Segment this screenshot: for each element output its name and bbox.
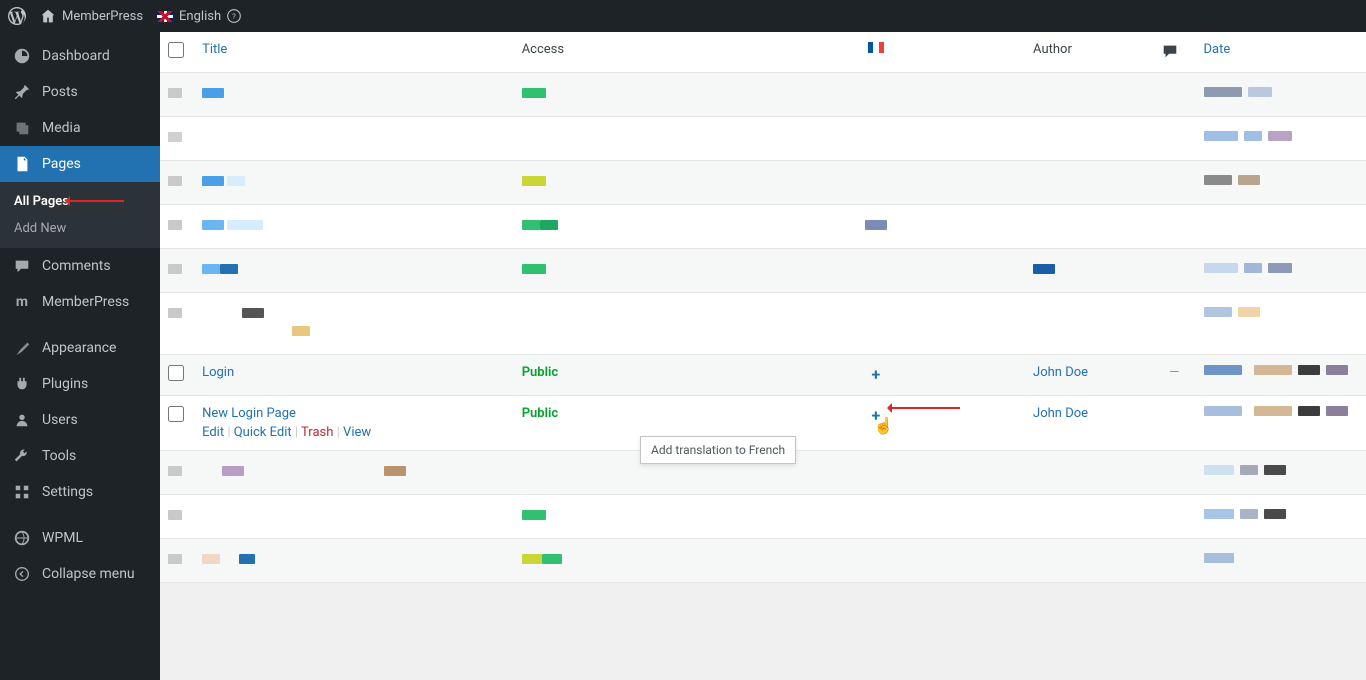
no-comments-dash: — (1169, 365, 1179, 380)
table-row (160, 161, 1366, 205)
access-label: Public (522, 406, 558, 421)
menu-media[interactable]: Media (0, 110, 160, 146)
row-checkbox[interactable] (168, 365, 184, 381)
page-title-link[interactable]: Login (202, 365, 234, 380)
select-all-checkbox[interactable] (168, 42, 184, 58)
wordpress-logo[interactable] (8, 7, 26, 25)
svg-text:?: ? (232, 12, 236, 21)
user-icon (12, 410, 32, 430)
menu-wpml[interactable]: WPML (0, 520, 160, 556)
action-view[interactable]: View (343, 425, 371, 440)
brush-icon (12, 338, 32, 358)
uk-flag-icon (157, 11, 173, 22)
menu-dashboard[interactable]: Dashboard (0, 38, 160, 74)
menu-plugins[interactable]: Plugins (0, 366, 160, 402)
th-author: Author (1025, 32, 1153, 73)
wpml-icon (12, 528, 32, 548)
row-actions: Edit | Quick Edit | Trash | View (202, 425, 506, 440)
main-content: Title Access Author Date (160, 32, 1366, 680)
table-row (160, 73, 1366, 117)
author-link[interactable]: John Doe (1033, 365, 1088, 380)
home-icon[interactable]: MemberPress (40, 8, 143, 24)
menu-posts[interactable]: Posts (0, 74, 160, 110)
menu-users[interactable]: Users (0, 402, 160, 438)
table-row (160, 249, 1366, 293)
th-comments[interactable] (1153, 32, 1196, 73)
pages-icon (12, 154, 32, 174)
settings-icon (12, 482, 32, 502)
author-link[interactable]: John Doe (1033, 406, 1088, 421)
add-translation-plus[interactable]: + (872, 365, 881, 384)
table-row (160, 539, 1366, 583)
collapse-icon (12, 564, 32, 584)
action-trash[interactable]: Trash (301, 425, 333, 440)
table-row (160, 205, 1366, 249)
help-icon: ? (227, 9, 241, 23)
action-edit[interactable]: Edit (202, 425, 224, 440)
menu-memberpress[interactable]: m MemberPress (0, 284, 160, 320)
france-flag-icon (868, 42, 884, 53)
access-label: Public (522, 365, 558, 380)
menu-collapse[interactable]: Collapse menu (0, 556, 160, 592)
admin-sidebar: Dashboard Posts Media Pages All Pages Ad… (0, 32, 160, 680)
table-row (160, 117, 1366, 161)
submenu-all-pages[interactable]: All Pages (0, 188, 160, 215)
menu-tools[interactable]: Tools (0, 438, 160, 474)
annotation-arrow (890, 407, 960, 409)
annotation-arrow (68, 200, 124, 202)
submenu-pages: All Pages Add New (0, 182, 160, 248)
th-access: Access (514, 32, 727, 73)
menu-comments[interactable]: Comments (0, 248, 160, 284)
site-name-label: MemberPress (62, 9, 143, 24)
th-flag (727, 32, 1025, 73)
pin-icon (12, 82, 32, 102)
menu-settings[interactable]: Settings (0, 474, 160, 510)
language-switcher[interactable]: English ? (157, 9, 241, 24)
table-row (160, 495, 1366, 539)
dashboard-icon (12, 46, 32, 66)
action-quick-edit[interactable]: Quick Edit (234, 425, 292, 440)
pages-table: Title Access Author Date (160, 32, 1366, 583)
language-label: English (179, 9, 221, 24)
table-row (160, 293, 1366, 355)
comments-icon (12, 256, 32, 276)
plug-icon (12, 374, 32, 394)
wrench-icon (12, 446, 32, 466)
media-icon (12, 118, 32, 138)
th-title[interactable]: Title (194, 32, 514, 73)
submenu-add-new[interactable]: Add New (0, 215, 160, 242)
row-checkbox[interactable] (168, 406, 184, 422)
menu-appearance[interactable]: Appearance (0, 330, 160, 366)
th-date[interactable]: Date (1196, 32, 1366, 73)
page-title-link[interactable]: New Login Page (202, 406, 296, 421)
comment-bubble-icon (1161, 42, 1179, 60)
table-row-login: Login Public + John Doe — (160, 355, 1366, 396)
memberpress-icon: m (12, 292, 32, 312)
translation-tooltip: Add translation to French (640, 436, 796, 464)
cursor-icon: ☝ (874, 416, 894, 435)
menu-pages[interactable]: Pages (0, 146, 160, 182)
